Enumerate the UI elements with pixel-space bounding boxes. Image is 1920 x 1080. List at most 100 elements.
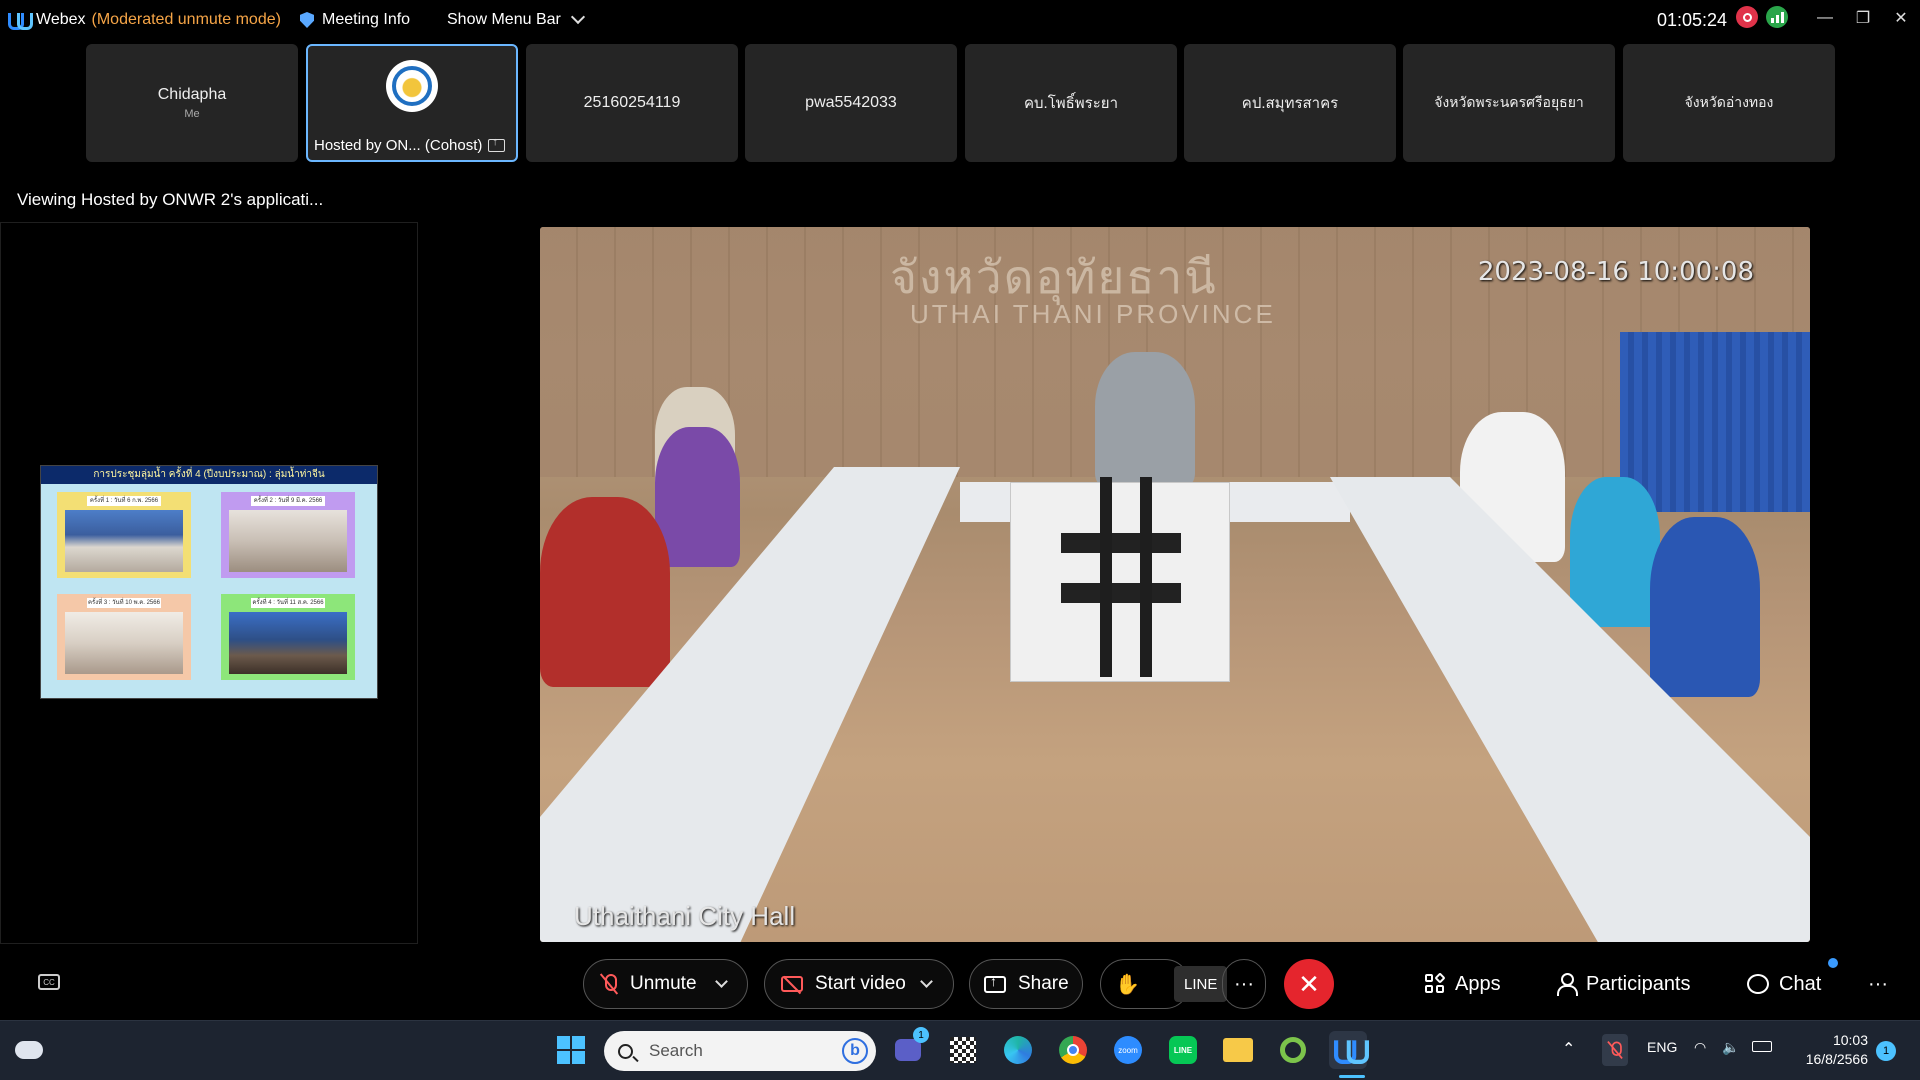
search-placeholder: Search <box>649 1041 703 1060</box>
line-app[interactable]: LINE <box>1164 1031 1202 1069</box>
show-menu-bar-button[interactable]: Show Menu Bar <box>447 9 585 30</box>
minimize-button[interactable]: — <box>1810 6 1840 30</box>
chat-button[interactable]: Chat <box>1747 966 1821 1002</box>
show-hidden-icons[interactable]: ⌃ <box>1562 1039 1575 1059</box>
participant-tile-chidapha[interactable]: Chidapha Me <box>86 44 298 162</box>
shared-slide-thumbnail[interactable]: การประชุมลุ่มน้ำ ครั้งที่ 4 (ปีงบประมาณ)… <box>40 465 378 699</box>
host-avatar <box>386 60 438 112</box>
webex-icon <box>1334 1040 1369 1065</box>
app-title: Webex (Moderated unmute mode) <box>8 10 281 30</box>
clock-date: 16/8/2566 <box>1805 1051 1868 1067</box>
edge-app[interactable] <box>999 1031 1037 1069</box>
participant-name: คบ.โพธิ์พระยา <box>1023 95 1119 112</box>
share-label: Share <box>1018 973 1069 994</box>
windows-taskbar: Search b 1 zoom LINE ⌃ ENG ◠ 🔈 10:03 16/… <box>0 1020 1920 1080</box>
mic-muted-icon <box>1607 1041 1622 1060</box>
start-button[interactable] <box>552 1031 590 1069</box>
show-menu-bar-label: Show Menu Bar <box>447 11 561 28</box>
webex-logo-icon <box>8 13 33 30</box>
host-label: Hosted by ON... (Cohost) <box>314 136 506 154</box>
signal-stats-icon <box>1766 6 1788 28</box>
participant-tile[interactable]: จังหวัดอ่างทอง <box>1623 44 1835 162</box>
zoom-app[interactable]: zoom <box>1109 1031 1147 1069</box>
folder-icon <box>1223 1038 1253 1062</box>
chrome-icon <box>1059 1036 1087 1064</box>
overflow-menu-button[interactable]: ··· <box>1868 966 1888 1002</box>
file-explorer-app[interactable] <box>1219 1031 1257 1069</box>
participants-icon <box>1556 973 1578 996</box>
close-button[interactable]: ✕ <box>1886 6 1916 30</box>
windows-logo-icon <box>557 1036 585 1064</box>
title-bar: Webex (Moderated unmute mode) Meeting In… <box>0 0 1920 38</box>
slide-caption: ครั้งที่ 3 : วันที่ 10 พ.ค. 2566 <box>87 598 161 608</box>
participant-tile[interactable]: จังหวัดพระนครศรีอยุธยา <box>1403 44 1615 162</box>
line-tooltip: LINE <box>1174 966 1228 1002</box>
mic-muted-tray[interactable] <box>1602 1034 1628 1066</box>
chevron-down-icon[interactable] <box>919 975 933 988</box>
webex-app[interactable] <box>1329 1031 1369 1069</box>
app-name: Webex <box>36 11 86 28</box>
more-options-button[interactable]: ··· <box>1222 959 1266 1009</box>
record-icon <box>1736 6 1758 28</box>
chevron-down-icon[interactable] <box>714 975 728 988</box>
active-app-indicator <box>1339 1075 1365 1078</box>
main-video-stream[interactable]: จังหวัดอุทัยธานี UTHAI THANI PROVINCE 20… <box>540 227 1810 942</box>
network-stats-button[interactable] <box>1766 6 1788 28</box>
mic-off-icon <box>600 973 618 995</box>
onwr-logo-icon <box>392 66 432 106</box>
meeting-timer: 01:05:24 <box>1657 9 1728 30</box>
closed-captions-icon[interactable]: CC <box>38 974 60 990</box>
blue-curtain <box>1620 332 1810 512</box>
participant-tile[interactable]: 25160254119 <box>526 44 738 162</box>
camera-off-icon <box>781 976 803 992</box>
cloud-icon <box>15 1041 43 1059</box>
hand-icon: ✋ <box>1115 973 1140 996</box>
qr-app[interactable] <box>944 1031 982 1069</box>
weather-widget[interactable] <box>10 1031 48 1069</box>
battery-icon[interactable] <box>1752 1039 1772 1055</box>
participants-label: Participants <box>1586 972 1691 995</box>
slide-caption: ครั้งที่ 2 : วันที่ 9 มี.ค. 2566 <box>251 496 325 506</box>
recording-button[interactable] <box>1736 6 1758 28</box>
leave-meeting-button[interactable]: ✕ <box>1284 959 1334 1009</box>
apps-button[interactable]: Apps <box>1425 966 1501 1002</box>
start-video-button[interactable]: Start video <box>764 959 954 1009</box>
participant-name: pwa5542033 <box>805 94 897 111</box>
share-button[interactable]: Share <box>969 959 1083 1009</box>
clock-time: 10:03 <box>1832 1032 1868 1048</box>
volume-icon[interactable]: 🔈 <box>1722 1039 1739 1056</box>
slide-caption: ครั้งที่ 4 : วันที่ 11 ส.ค. 2566 <box>251 598 325 608</box>
teams-app[interactable]: 1 <box>889 1027 929 1069</box>
chat-label: Chat <box>1779 972 1822 995</box>
slide-photo-4: ครั้งที่ 4 : วันที่ 11 ส.ค. 2566 <box>221 594 355 680</box>
search-icon <box>618 1043 633 1059</box>
taskbar-search[interactable]: Search b <box>604 1031 876 1071</box>
share-screen-icon <box>984 973 1006 993</box>
restore-button[interactable]: ❐ <box>1848 6 1878 30</box>
participant-tile[interactable]: คป.สมุทรสาคร <box>1184 44 1396 162</box>
qgis-app[interactable] <box>1274 1031 1312 1069</box>
taskbar-clock[interactable]: 10:03 16/8/2566 <box>1784 1031 1868 1069</box>
apps-label: Apps <box>1455 972 1501 995</box>
participant-name: จังหวัดพระนครศรีอยุธยา <box>1434 94 1584 110</box>
chrome-app[interactable] <box>1054 1031 1092 1069</box>
attendee-figure <box>1650 517 1760 697</box>
slide-photo-1: ครั้งที่ 1 : วันที่ 6 ก.พ. 2566 <box>57 492 191 578</box>
chevron-down-icon <box>570 9 585 25</box>
unmute-label: Unmute <box>630 973 697 994</box>
language-indicator[interactable]: ENG <box>1647 1039 1677 1055</box>
meeting-info-button[interactable]: Meeting Info <box>300 10 410 30</box>
bing-icon[interactable]: b <box>842 1038 868 1064</box>
unmute-button[interactable]: Unmute <box>583 959 748 1009</box>
participant-tile[interactable]: คบ.โพธิ์พระยา <box>965 44 1177 162</box>
shield-icon <box>300 12 314 28</box>
wifi-icon[interactable]: ◠ <box>1694 1039 1706 1056</box>
qgis-icon <box>1280 1037 1306 1063</box>
participant-tile-host[interactable]: Hosted by ON... (Cohost) <box>306 44 518 162</box>
participant-tile[interactable]: pwa5542033 <box>745 44 957 162</box>
slide-photo-2: ครั้งที่ 2 : วันที่ 9 มี.ค. 2566 <box>221 492 355 578</box>
stand-pillars <box>1100 477 1112 677</box>
participants-button[interactable]: Participants <box>1556 966 1691 1002</box>
notification-badge[interactable]: 1 <box>1876 1041 1896 1061</box>
teams-badge: 1 <box>913 1027 929 1043</box>
